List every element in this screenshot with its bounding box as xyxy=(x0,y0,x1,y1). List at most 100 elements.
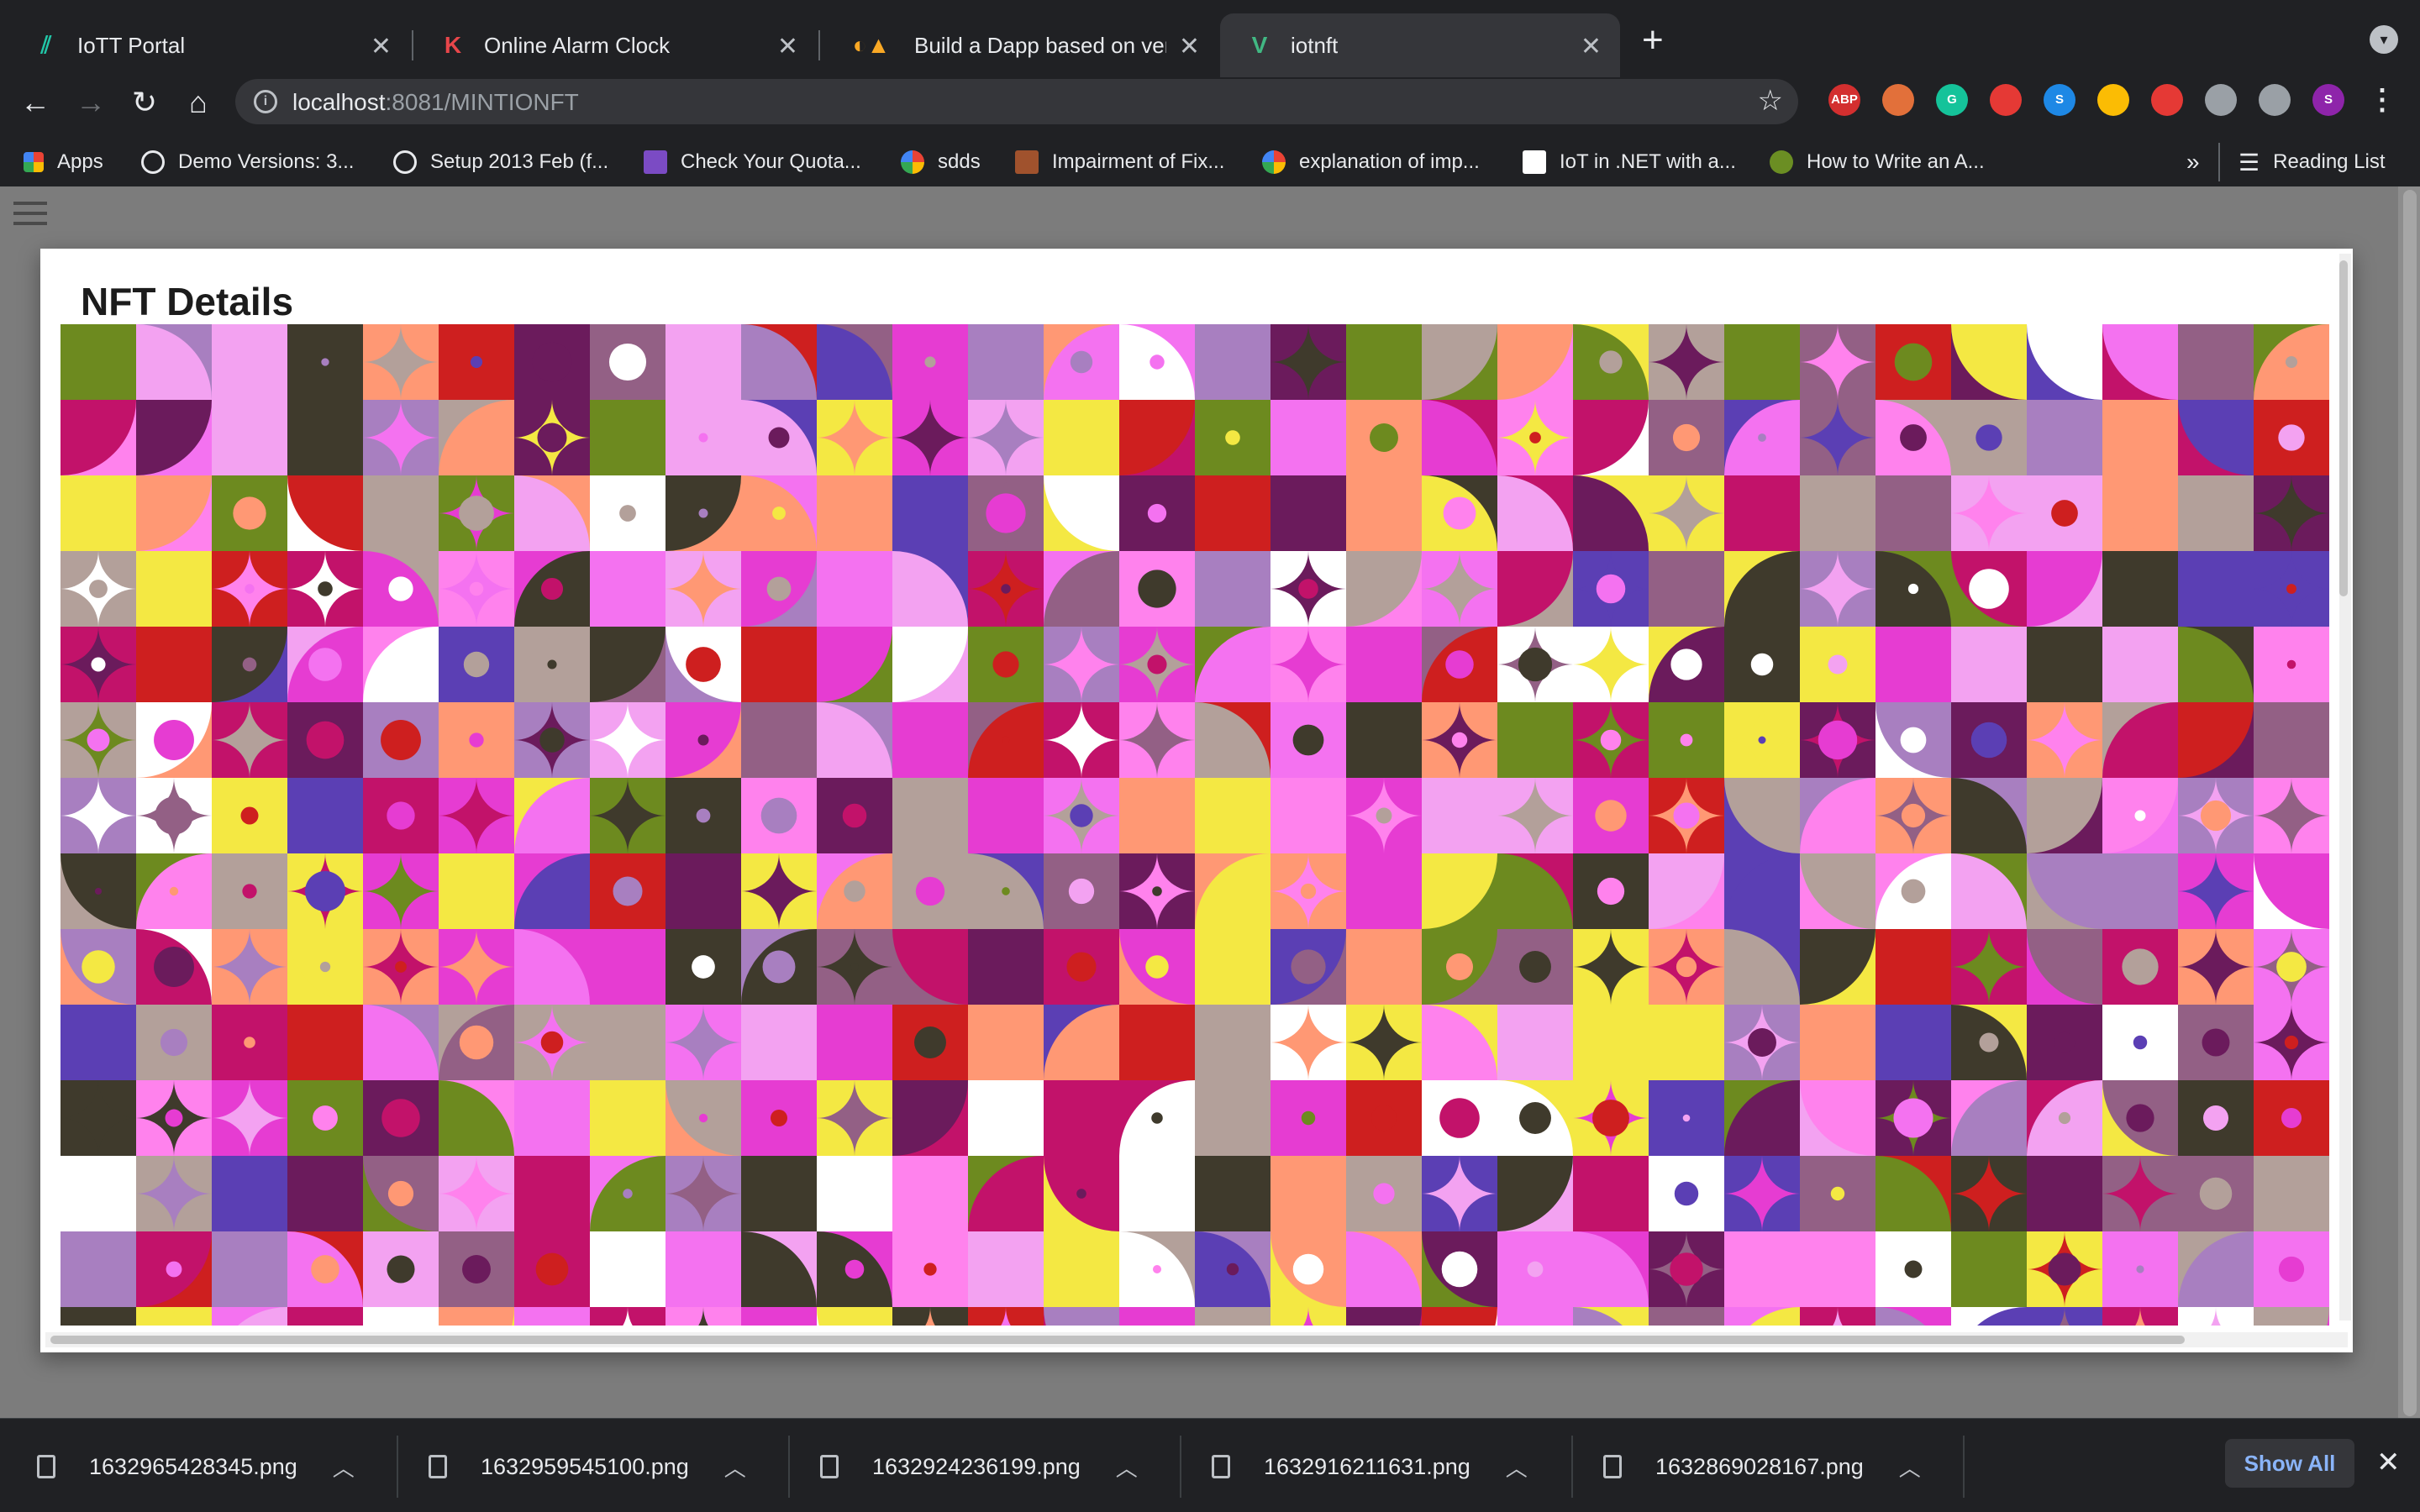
close-icon[interactable]: ✕ xyxy=(1179,32,1200,61)
tab-online-alarm-clock[interactable]: K Online Alarm Clock ✕ xyxy=(413,13,817,77)
reload-button[interactable]: ↻ xyxy=(123,82,166,123)
chevron-up-icon[interactable]: ︿ xyxy=(724,1452,746,1483)
close-icon[interactable]: ✕ xyxy=(1581,32,1602,61)
nft-details-dialog: NFT Details xyxy=(40,249,2353,1352)
art-dot xyxy=(1443,496,1476,530)
extension-icon[interactable]: S xyxy=(2312,84,2344,116)
bookmark-iot-dotnet[interactable]: IoT in .NET with a... xyxy=(1523,146,1736,178)
forward-button[interactable]: → xyxy=(69,82,113,123)
dialog-horizontal-scrollbar-thumb[interactable] xyxy=(50,1336,2185,1344)
extension-icon[interactable]: ABP xyxy=(1828,84,1860,116)
bookmark-setup-2013[interactable]: Setup 2013 Feb (f... xyxy=(393,146,608,178)
art-tile xyxy=(2102,627,2178,702)
art-dot xyxy=(2278,424,2305,451)
download-item[interactable]: 1632959545100.png ︿ xyxy=(429,1437,746,1496)
chevron-up-icon[interactable]: ︿ xyxy=(1506,1452,1528,1483)
art-dot xyxy=(2276,952,2307,982)
art-dot xyxy=(2126,1104,2154,1132)
bookmark-demo-versions[interactable]: Demo Versions: 3... xyxy=(141,146,354,178)
extension-icon[interactable] xyxy=(1990,84,2022,116)
nft-artwork-image xyxy=(60,324,2329,1326)
dialog-scrollbar-thumb[interactable] xyxy=(2339,260,2348,596)
page-scrollbar[interactable] xyxy=(2398,186,2420,1418)
extension-icon[interactable] xyxy=(2151,84,2183,116)
download-item[interactable]: 1632965428345.png ︿ xyxy=(37,1437,355,1496)
vue-icon: V xyxy=(1251,32,1268,58)
art-dot xyxy=(608,343,647,381)
browser-menu-icon[interactable]: ⋮ xyxy=(2366,84,2398,116)
tab-iotnft[interactable]: V iotnft ✕ xyxy=(1220,13,1620,77)
art-tile xyxy=(1497,702,1573,778)
bookmark-apps[interactable]: Apps xyxy=(24,146,103,178)
bookmark-how-to-write[interactable]: How to Write an A... xyxy=(1770,146,1985,178)
home-button[interactable]: ⌂ xyxy=(176,82,220,123)
show-all-button[interactable]: Show All xyxy=(2225,1439,2354,1488)
extension-icon[interactable]: S xyxy=(2044,84,2075,116)
extension-icon[interactable] xyxy=(1882,84,1914,116)
bookmark-check-quota[interactable]: Check Your Quota... xyxy=(644,146,861,178)
art-tile xyxy=(363,1307,439,1326)
chevron-up-icon[interactable]: ︿ xyxy=(1899,1452,1921,1483)
art-dot xyxy=(463,651,490,678)
bookmark-star-icon[interactable]: ☆ xyxy=(1758,84,1783,118)
reading-list-button[interactable]: ☰ Reading List xyxy=(2238,146,2386,178)
tab-iott-portal[interactable]: ⫽ IoTT Portal ✕ xyxy=(7,13,410,77)
art-dot xyxy=(850,963,859,971)
art-dot xyxy=(1979,1032,1999,1053)
art-dot xyxy=(1980,353,1998,371)
url-text[interactable]: localhost:8081/MINTIONFT xyxy=(292,89,579,116)
new-tab-button[interactable]: + xyxy=(1642,18,1664,62)
art-dot xyxy=(1907,583,1919,595)
art-dot xyxy=(532,342,572,382)
art-dot xyxy=(1830,1186,1845,1201)
art-dot xyxy=(1519,951,1551,983)
art-dot xyxy=(1300,883,1317,900)
art-tile xyxy=(968,1231,1044,1307)
art-dot xyxy=(87,728,110,752)
art-tile xyxy=(1195,929,1270,1005)
menu-icon[interactable] xyxy=(13,202,47,227)
page-scrollbar-thumb[interactable] xyxy=(2403,190,2417,1416)
art-dot xyxy=(1674,1181,1699,1206)
bookmark-explanation[interactable]: explanation of imp... xyxy=(1262,146,1480,178)
art-dot xyxy=(2286,659,2296,669)
art-tile xyxy=(1951,1231,2027,1307)
art-dot xyxy=(762,950,796,984)
art-dot xyxy=(1226,1263,1239,1276)
download-item[interactable]: 1632916211631.png ︿ xyxy=(1212,1437,1528,1496)
art-dot xyxy=(1147,654,1167,675)
extension-icon[interactable]: G xyxy=(1936,84,1968,116)
close-icon[interactable]: ✕ xyxy=(371,32,392,61)
art-tile xyxy=(514,1080,590,1156)
bookmark-label: Demo Versions: 3... xyxy=(178,150,355,173)
art-tile xyxy=(514,1307,590,1326)
site-info-icon[interactable]: i xyxy=(254,90,277,113)
close-icon[interactable]: ✕ xyxy=(777,32,798,61)
chevron-up-icon[interactable]: ︿ xyxy=(1116,1452,1138,1483)
bookmark-impairment[interactable]: Impairment of Fix... xyxy=(1015,146,1224,178)
bookmark-sdds[interactable]: sdds xyxy=(901,146,981,178)
chevron-up-icon[interactable]: ︿ xyxy=(333,1452,355,1483)
art-tile xyxy=(439,853,514,929)
art-tile xyxy=(1800,1005,1876,1080)
more-bookmarks-button[interactable]: » xyxy=(2186,146,2200,178)
download-item[interactable]: 1632869028167.png ︿ xyxy=(1603,1437,1921,1496)
art-tile xyxy=(1422,778,1497,853)
tab-search-icon[interactable]: ▾ xyxy=(2370,25,2398,54)
art-dot xyxy=(1676,956,1697,978)
download-item[interactable]: 1632924236199.png ︿ xyxy=(820,1437,1138,1496)
tab-build-dapp[interactable]: ◐▲ Build a Dapp based on verif ✕ xyxy=(820,13,1218,77)
art-dot xyxy=(1070,804,1093,827)
close-icon[interactable]: ✕ xyxy=(2376,1446,2401,1479)
art-dot xyxy=(1599,350,1623,374)
extension-icon[interactable] xyxy=(2259,84,2291,116)
extension-icon[interactable] xyxy=(2097,84,2129,116)
dialog-scrollbar[interactable] xyxy=(2339,254,2351,1320)
address-bar[interactable]: i localhost:8081/MINTIONFT ☆ xyxy=(235,79,1798,124)
download-divider xyxy=(1963,1436,1965,1498)
art-dot xyxy=(537,423,567,453)
dialog-horizontal-scrollbar[interactable] xyxy=(45,1332,2348,1347)
bookmark-label: Apps xyxy=(57,150,103,173)
back-button[interactable]: ← xyxy=(13,82,57,123)
extension-icon[interactable] xyxy=(2205,84,2237,116)
